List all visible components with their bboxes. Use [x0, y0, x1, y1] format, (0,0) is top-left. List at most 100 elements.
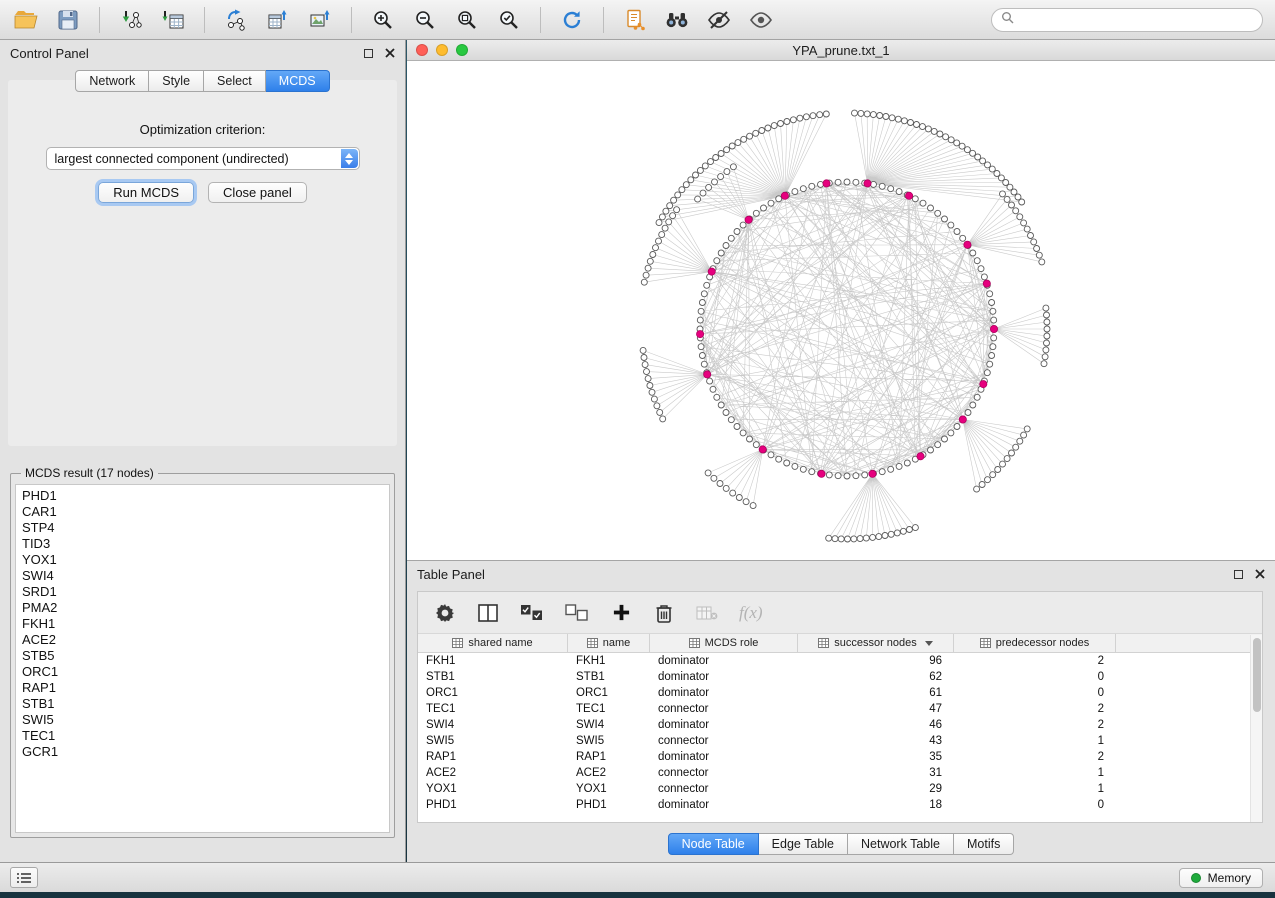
import-network-button[interactable]: [111, 4, 151, 36]
toolbar-icon-group: [6, 4, 781, 36]
toolbar-separator: [204, 7, 205, 33]
zoom-window-button[interactable]: [456, 44, 468, 56]
minimize-window-button[interactable]: [436, 44, 448, 56]
save-session-button[interactable]: [48, 4, 88, 36]
result-node[interactable]: GCR1: [22, 744, 383, 760]
table-row[interactable]: SWI5SWI5connector431: [418, 733, 1262, 749]
table-row[interactable]: ORC1ORC1dominator610: [418, 685, 1262, 701]
table-row[interactable]: RAP1RAP1dominator352: [418, 749, 1262, 765]
result-node[interactable]: TID3: [22, 536, 383, 552]
table-tab-edge-table[interactable]: Edge Table: [759, 833, 848, 855]
refresh-button[interactable]: [552, 4, 592, 36]
clear-selection-button[interactable]: [565, 604, 589, 622]
zoom-selected-button[interactable]: [489, 4, 529, 36]
result-node[interactable]: CAR1: [22, 504, 383, 520]
delete-row-button[interactable]: [653, 603, 675, 623]
column-header-successor-nodes[interactable]: successor nodes: [798, 634, 954, 652]
close-table-panel-icon[interactable]: [1255, 567, 1265, 582]
main-toolbar: [0, 0, 1275, 40]
function-builder-button[interactable]: f(x): [739, 603, 763, 623]
tab-network[interactable]: Network: [75, 70, 149, 92]
column-header-name[interactable]: name: [568, 634, 650, 652]
table-scrollbar[interactable]: [1250, 635, 1262, 822]
table-row[interactable]: SWI4SWI4dominator462: [418, 717, 1262, 733]
select-all-button[interactable]: [520, 604, 544, 622]
cell-mcds_role: dominator: [650, 719, 798, 731]
result-node[interactable]: SWI4: [22, 568, 383, 584]
table-settings-button[interactable]: [434, 603, 456, 623]
clone-network-button[interactable]: [615, 4, 655, 36]
result-node[interactable]: FKH1: [22, 616, 383, 632]
table-row[interactable]: ACE2ACE2connector311: [418, 765, 1262, 781]
cell-shared_name: STB1: [418, 671, 568, 683]
result-node[interactable]: STB5: [22, 648, 383, 664]
open-session-button[interactable]: [6, 4, 46, 36]
scrollbar-thumb[interactable]: [1253, 638, 1261, 712]
search-input[interactable]: [1020, 13, 1253, 27]
table-row[interactable]: PHD1PHD1dominator180: [418, 797, 1262, 813]
cell-mcds_role: connector: [650, 767, 798, 779]
export-table-button[interactable]: [258, 4, 298, 36]
table-row[interactable]: TEC1TEC1connector472: [418, 701, 1262, 717]
show-columns-button[interactable]: [477, 604, 499, 622]
result-node[interactable]: RAP1: [22, 680, 383, 696]
mcds-result-list[interactable]: PHD1CAR1STP4TID3YOX1SWI4SRD1PMA2FKH1ACE2…: [15, 484, 390, 833]
close-panel-button[interactable]: Close panel: [208, 182, 307, 203]
memory-button[interactable]: Memory: [1179, 868, 1263, 888]
zoom-fit-button[interactable]: [447, 4, 487, 36]
search-box[interactable]: [991, 8, 1263, 32]
column-header-predecessor-nodes[interactable]: predecessor nodes: [954, 634, 1116, 652]
float-panel-icon[interactable]: [364, 49, 373, 58]
run-mcds-button[interactable]: Run MCDS: [98, 182, 194, 203]
network-window-titlebar: YPA_prune.txt_1: [407, 40, 1275, 61]
result-node[interactable]: SRD1: [22, 584, 383, 600]
close-panel-icon[interactable]: [385, 46, 395, 61]
result-node[interactable]: PHD1: [22, 488, 383, 504]
criterion-select[interactable]: largest connected component (undirected): [46, 147, 360, 170]
cell-name: STB1: [568, 671, 650, 683]
cell-shared_name: ACE2: [418, 767, 568, 779]
tab-mcds[interactable]: MCDS: [266, 70, 330, 92]
add-row-button[interactable]: [610, 603, 632, 622]
export-image-button[interactable]: [300, 4, 340, 36]
cell-successor_nodes: 31: [798, 767, 954, 779]
first-neighbors-button[interactable]: [657, 4, 697, 36]
result-node[interactable]: STB1: [22, 696, 383, 712]
table-row[interactable]: FKH1FKH1dominator962: [418, 653, 1262, 669]
result-node[interactable]: PMA2: [22, 600, 383, 616]
float-table-panel-icon[interactable]: [1234, 570, 1243, 579]
result-node[interactable]: YOX1: [22, 552, 383, 568]
cell-name: ACE2: [568, 767, 650, 779]
show-all-button[interactable]: [741, 4, 781, 36]
network-canvas[interactable]: [407, 61, 1275, 560]
task-history-button[interactable]: [10, 867, 38, 888]
cell-successor_nodes: 96: [798, 655, 954, 667]
cell-predecessor_nodes: 2: [954, 751, 1116, 763]
network-graph[interactable]: [407, 61, 1275, 560]
tab-style[interactable]: Style: [149, 70, 204, 92]
result-node[interactable]: TEC1: [22, 728, 383, 744]
table-row[interactable]: STB1STB1dominator620: [418, 669, 1262, 685]
table-tab-network-table[interactable]: Network Table: [848, 833, 954, 855]
column-header-shared-name[interactable]: shared name: [418, 634, 568, 652]
table-row[interactable]: YOX1YOX1connector291: [418, 781, 1262, 797]
import-table-button[interactable]: [153, 4, 193, 36]
table-tab-motifs[interactable]: Motifs: [954, 833, 1014, 855]
result-node[interactable]: ACE2: [22, 632, 383, 648]
toolbar-separator: [603, 7, 604, 33]
close-window-button[interactable]: [416, 44, 428, 56]
memory-status-dot: [1191, 873, 1201, 883]
column-header-MCDS-role[interactable]: MCDS role: [650, 634, 798, 652]
cell-successor_nodes: 47: [798, 703, 954, 715]
hide-selected-button[interactable]: [699, 4, 739, 36]
result-node[interactable]: STP4: [22, 520, 383, 536]
cell-successor_nodes: 61: [798, 687, 954, 699]
table-tab-node-table[interactable]: Node Table: [668, 833, 759, 855]
result-node[interactable]: SWI5: [22, 712, 383, 728]
export-network-button[interactable]: [216, 4, 256, 36]
zoom-in-button[interactable]: [363, 4, 403, 36]
tab-select[interactable]: Select: [204, 70, 266, 92]
zoom-out-button[interactable]: [405, 4, 445, 36]
result-node[interactable]: ORC1: [22, 664, 383, 680]
table-panel: Table Panel f(x) shared namenameMCDS rol…: [407, 560, 1275, 862]
